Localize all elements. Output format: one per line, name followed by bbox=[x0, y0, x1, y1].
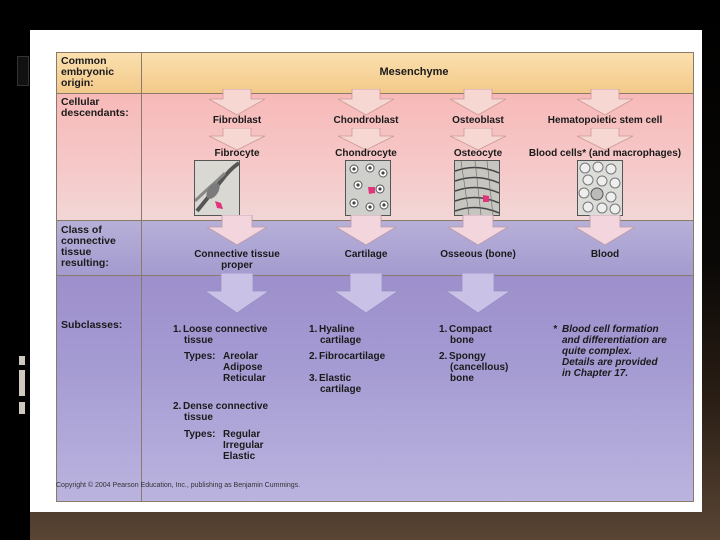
chondroblast-label: Chondroblast bbox=[333, 115, 399, 126]
side-decoration-bar bbox=[19, 370, 25, 396]
arrow-down-icon bbox=[334, 273, 398, 313]
bone-subclass-2c: bone bbox=[450, 373, 474, 384]
item-number: 3. bbox=[309, 373, 318, 384]
connective-tissue-proper-label: Connective tissue proper bbox=[194, 249, 280, 271]
cart-subclass-2: 2. Fibrocartilage bbox=[309, 351, 385, 362]
row-label-class: Class of connective tissue resulting: bbox=[61, 224, 116, 269]
arrow-down-icon bbox=[207, 215, 267, 245]
type-adipose: Adipose bbox=[223, 362, 263, 373]
fibrocartilage-label: Fibrocartilage bbox=[319, 351, 386, 362]
type-regular: Regular bbox=[223, 429, 261, 440]
arrow-down-icon bbox=[577, 128, 633, 150]
blood-note-asterisk: * bbox=[553, 324, 557, 335]
item-number: 1. bbox=[173, 324, 182, 335]
arrow-down-icon bbox=[575, 215, 635, 245]
arrow-down-icon bbox=[448, 215, 508, 245]
bone-subclass-1: 1. Compact bbox=[439, 324, 492, 335]
arrow-down-icon bbox=[450, 128, 506, 150]
blood-label: Blood bbox=[590, 249, 620, 260]
arrow-down-icon bbox=[209, 128, 265, 150]
row-label-subclasses: Subclasses: bbox=[61, 319, 123, 331]
cart-subclass-3b: cartilage bbox=[320, 384, 362, 395]
item-number: 2. bbox=[439, 351, 448, 362]
chondrocyte-micrograph bbox=[345, 160, 391, 216]
fibrocyte-micrograph bbox=[194, 160, 240, 216]
blood-note: Blood cell formation and differentiation… bbox=[562, 324, 667, 379]
slide: Common embryonic origin: Cellular descen… bbox=[30, 30, 702, 512]
item-number: 2. bbox=[173, 401, 182, 412]
fibrocyte-label: Fibrocyte bbox=[214, 148, 260, 159]
side-decoration-bar bbox=[19, 356, 25, 365]
cart-subclass-1: 1. Hyaline bbox=[309, 324, 355, 335]
label-column-divider bbox=[141, 53, 142, 501]
item-number: 1. bbox=[439, 324, 448, 335]
type-areolar: Areolar bbox=[223, 351, 259, 362]
arrow-down-icon bbox=[338, 128, 394, 150]
spongy-label: Spongy bbox=[449, 351, 486, 362]
row-label-descendants: Cellular descendants: bbox=[61, 96, 129, 119]
item-number: 1. bbox=[309, 324, 318, 335]
slide-marker bbox=[17, 56, 29, 86]
blood-cells-label: Blood cells* (and macrophages) bbox=[528, 148, 682, 159]
arrow-down-icon bbox=[577, 89, 633, 115]
types-label: Types: bbox=[184, 429, 216, 440]
hyaline-label: Hyaline bbox=[319, 324, 355, 335]
connective-tissue-diagram: Common embryonic origin: Cellular descen… bbox=[56, 52, 694, 502]
ct-subclass-2: 2. Dense connective bbox=[173, 401, 268, 412]
type-reticular: Reticular bbox=[223, 373, 266, 384]
ct-subclass-2b: tissue bbox=[184, 412, 213, 423]
fibroblast-label: Fibroblast bbox=[212, 115, 262, 126]
hematopoietic-stem-cell-label: Hematopoietic stem cell bbox=[547, 115, 663, 126]
arrow-down-icon bbox=[336, 215, 396, 245]
dense-connective-label: Dense connective bbox=[183, 401, 269, 412]
arrow-down-icon bbox=[450, 89, 506, 115]
item-number: 2. bbox=[309, 351, 318, 362]
type-irregular: Irregular bbox=[223, 440, 264, 451]
arrow-down-icon bbox=[446, 273, 510, 313]
ct-subclass-1b: tissue bbox=[184, 335, 213, 346]
side-decoration-bar bbox=[19, 402, 25, 414]
bone-subclass-2: 2. Spongy bbox=[439, 351, 486, 362]
origin-label: Mesenchyme bbox=[379, 66, 449, 78]
copyright-notice: Copyright © 2004 Pearson Education, Inc.… bbox=[56, 482, 301, 489]
osteocyte-label: Osteocyte bbox=[453, 148, 503, 159]
arrow-down-icon bbox=[338, 89, 394, 115]
arrow-down-icon bbox=[209, 89, 265, 115]
elastic-label: Elastic bbox=[319, 373, 352, 384]
ct-subclass-1: 1. Loose connective bbox=[173, 324, 267, 335]
osseous-label: Osseous (bone) bbox=[440, 249, 516, 260]
osteoblast-label: Osteoblast bbox=[452, 115, 504, 126]
osteocyte-micrograph bbox=[454, 160, 500, 216]
blood-cells-micrograph bbox=[577, 160, 623, 216]
loose-connective-label: Loose connective bbox=[183, 324, 268, 335]
bone-subclass-2b: (cancellous) bbox=[450, 362, 509, 373]
types-label: Types: bbox=[184, 351, 216, 362]
bone-subclass-1b: bone bbox=[450, 335, 474, 346]
cartilage-label: Cartilage bbox=[344, 249, 388, 260]
cart-subclass-3: 3. Elastic bbox=[309, 373, 351, 384]
origin-band bbox=[57, 53, 693, 93]
row-label-origin: Common embryonic origin: bbox=[61, 55, 115, 89]
arrow-down-icon bbox=[205, 273, 269, 313]
type-elastic: Elastic bbox=[223, 451, 256, 462]
compact-label: Compact bbox=[449, 324, 492, 335]
cart-subclass-1b: cartilage bbox=[320, 335, 362, 346]
chondrocyte-label: Chondrocyte bbox=[335, 148, 397, 159]
